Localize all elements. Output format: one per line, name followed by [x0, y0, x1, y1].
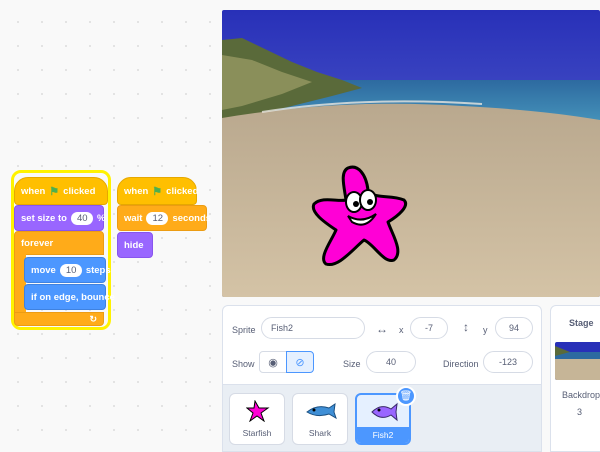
sprite-name-input[interactable]: Fish2	[261, 317, 365, 339]
when-flag-clicked-block[interactable]: when ⚑ clicked	[14, 177, 108, 205]
sprite-list: Starfish Shark Fish2 🗑	[222, 384, 542, 452]
size-input[interactable]: 40	[366, 351, 416, 373]
steps-label: steps	[85, 264, 111, 276]
y-label: y	[483, 325, 488, 335]
size-label: Size	[343, 359, 361, 369]
starfish-thumbnail	[246, 400, 270, 422]
bounce-label: if on edge, bounce	[31, 291, 115, 303]
sprite-tile-shark[interactable]: Shark	[292, 393, 348, 445]
show-label: Show	[232, 359, 255, 369]
trash-icon: 🗑	[399, 390, 413, 402]
green-flag-icon: ⚑	[49, 185, 60, 198]
sprite-tile-name: Fish2	[372, 430, 394, 440]
wait-label: wait	[124, 212, 143, 224]
seconds-label: seconds	[172, 212, 212, 224]
sprite-tile-name: Shark	[308, 428, 332, 438]
set-size-block[interactable]: set size to 40 %	[14, 205, 106, 231]
percent-label: %	[96, 212, 106, 224]
green-flag-icon: ⚑	[152, 185, 163, 198]
show-hidden-button[interactable]: ⊘	[286, 351, 314, 373]
sprite-info-panel: Sprite Fish2 ↔ x -7 ↕ y 94 Show ◉ ⊘ Size…	[222, 305, 542, 385]
backdrops-label: Backdrops	[562, 390, 600, 400]
direction-label: Direction	[443, 359, 479, 369]
eye-slash-icon: ⊘	[295, 356, 305, 369]
move-steps-block[interactable]: move 10 steps	[24, 257, 111, 283]
when-label-2: when	[124, 185, 149, 197]
shark-thumbnail	[306, 402, 337, 420]
sprite-tile-name: Starfish	[242, 428, 272, 438]
clicked-label-2: clicked	[166, 185, 199, 197]
move-label: move	[31, 264, 56, 276]
bounce-block[interactable]: if on edge, bounce	[24, 284, 115, 310]
when-label: when	[21, 185, 46, 197]
set-size-label: set size to	[21, 212, 67, 224]
stage-target-panel[interactable]: Stage Backdrops 3	[550, 305, 600, 452]
x-input[interactable]: -7	[410, 317, 448, 339]
sprite-tile-starfish[interactable]: Starfish	[229, 393, 285, 445]
code-workspace[interactable]: when ⚑ clicked set size to 40 % forever …	[0, 0, 222, 452]
wait-seconds-input[interactable]: 12	[146, 211, 169, 225]
forever-bottom: ↻	[14, 312, 104, 326]
direction-input[interactable]: -123	[483, 351, 533, 373]
stage-title: Stage	[569, 318, 594, 328]
hide-label: hide	[124, 239, 144, 251]
forever-label: forever	[21, 237, 54, 249]
x-label: x	[399, 325, 404, 335]
stage-canvas[interactable]	[222, 10, 600, 297]
eye-icon: ◉	[268, 356, 278, 369]
starfish-sprite[interactable]	[310, 160, 410, 272]
show-visible-button[interactable]: ◉	[259, 351, 287, 373]
forever-block[interactable]: forever	[14, 231, 104, 255]
move-steps-input[interactable]: 10	[59, 263, 82, 277]
clicked-label: clicked	[63, 185, 96, 197]
when-flag-clicked-block-2[interactable]: when ⚑ clicked	[117, 177, 199, 205]
set-size-input[interactable]: 40	[70, 211, 93, 225]
fish-thumbnail	[371, 402, 398, 422]
y-axis-icon: ↕	[463, 320, 469, 334]
delete-sprite-button[interactable]: 🗑	[396, 386, 416, 406]
backdrops-count: 3	[577, 407, 583, 417]
beach-thumbnail	[555, 342, 600, 380]
beach-backdrop	[222, 10, 600, 297]
stage-thumbnail	[555, 342, 600, 380]
x-axis-icon: ↔	[376, 322, 388, 336]
loop-arrow-icon: ↻	[89, 313, 97, 324]
wait-seconds-block[interactable]: wait 12 seconds	[117, 205, 211, 231]
y-input[interactable]: 94	[495, 317, 533, 339]
sprite-name-label: Sprite	[232, 325, 256, 335]
hide-block[interactable]: hide	[117, 232, 153, 258]
